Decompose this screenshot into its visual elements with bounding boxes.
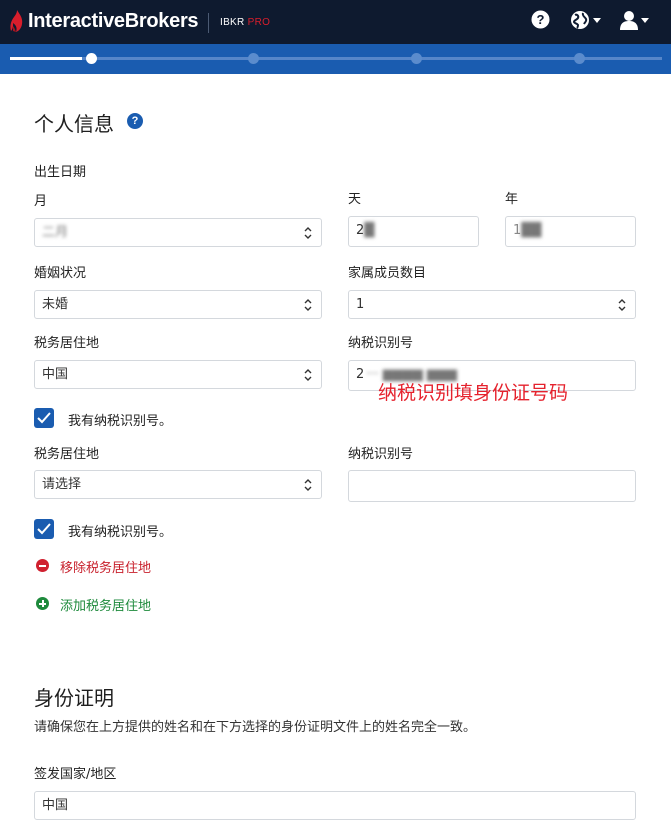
checkmark-icon [37, 523, 51, 535]
year-label: 年 [505, 192, 519, 207]
tin-input-2[interactable] [348, 470, 636, 502]
ib-logo[interactable]: InteractiveBrokers [10, 9, 199, 33]
brand-name: InteractiveBrokers [28, 9, 199, 32]
svg-text:?: ? [537, 12, 545, 27]
remove-tax-residence-link[interactable]: 移除税务居住地 [60, 557, 151, 576]
has-tin-checkbox-2[interactable] [34, 519, 54, 539]
marital-status-label: 婚姻状况 [34, 266, 87, 281]
select-arrows-icon [304, 369, 312, 381]
progress-step-1[interactable] [86, 53, 97, 64]
language-menu-button[interactable] [570, 10, 601, 30]
progress-step-4[interactable] [574, 53, 585, 64]
remove-circle-icon[interactable] [36, 559, 49, 572]
select-arrows-icon [304, 479, 312, 491]
chevron-down-icon [641, 17, 649, 23]
tax-residence-label-2: 税务居住地 [34, 447, 100, 462]
year-input[interactable]: 1██ [505, 216, 636, 247]
tax-residence-value: 中国 [42, 367, 69, 382]
user-menu-button[interactable] [620, 10, 649, 30]
issuing-country-field[interactable]: 中国 [34, 791, 636, 820]
select-arrows-icon [618, 299, 626, 311]
tax-residence-label: 税务居住地 [34, 336, 100, 351]
tin-annotation: 纳税识别填身份证号码 [378, 382, 569, 404]
marital-status-select[interactable]: 未婚 [34, 290, 322, 319]
select-arrows-icon [304, 299, 312, 311]
help-circle-icon: ? [531, 10, 550, 29]
progress-step-3[interactable] [411, 53, 422, 64]
month-label: 月 [34, 194, 48, 209]
progress-fill [10, 57, 83, 60]
checkmark-icon [37, 412, 51, 424]
identity-description: 请确保您在上方提供的姓名和在下方选择的身份证明文件上的姓名完全一致。 [34, 720, 477, 735]
issuing-country-value: 中国 [42, 798, 69, 813]
year-redacted: ██ [521, 223, 542, 238]
step-progress-bar [0, 44, 671, 74]
product-name: IBKR PRO [220, 17, 270, 28]
product-prefix: IBKR [220, 17, 248, 28]
user-icon [620, 11, 638, 30]
has-tin-label: 我有纳税识别号。 [68, 414, 173, 429]
day-input[interactable]: 2█ [348, 216, 479, 247]
product-pro: PRO [247, 17, 271, 28]
marital-status-value: 未婚 [42, 297, 69, 312]
add-tax-residence-link[interactable]: 添加税务居住地 [60, 595, 151, 614]
month-select[interactable]: 二月 [34, 218, 322, 247]
header-divider [208, 13, 209, 33]
has-tin-checkbox[interactable] [34, 408, 54, 428]
tin-label-2: 纳税识别号 [348, 447, 414, 462]
tax-residence-select-2[interactable]: 请选择 [34, 470, 322, 499]
has-tin-label-2: 我有纳税识别号。 [68, 525, 173, 540]
tax-residence-placeholder-2: 请选择 [42, 477, 82, 492]
globe-icon [571, 11, 589, 29]
select-arrows-icon [304, 227, 312, 239]
progress-step-2[interactable] [248, 53, 259, 64]
add-circle-icon[interactable] [36, 597, 49, 610]
dependents-select[interactable]: 1 [348, 290, 636, 319]
tin-label: 纳税识别号 [348, 336, 414, 351]
top-navigation-bar: InteractiveBrokers IBKR PRO ? [0, 0, 671, 44]
help-button[interactable]: ? [531, 10, 550, 29]
day-redacted: █ [364, 223, 375, 238]
personal-info-title: 个人信息 [34, 112, 114, 136]
tax-residence-select[interactable]: 中国 [34, 360, 322, 389]
identity-title: 身份证明 [34, 686, 114, 710]
day-label: 天 [348, 192, 362, 207]
question-icon[interactable]: ? [127, 113, 143, 129]
flame-logo-icon [10, 10, 23, 32]
dob-label: 出生日期 [34, 165, 87, 180]
tin-value: 2 [356, 367, 365, 382]
chevron-down-icon [593, 17, 601, 23]
dependents-label: 家属成员数目 [348, 266, 427, 281]
progress-track [10, 57, 662, 60]
issuing-country-label: 签发国家/地区 [34, 767, 117, 782]
month-value: 二月 [42, 225, 69, 240]
dependents-value: 1 [356, 297, 365, 312]
